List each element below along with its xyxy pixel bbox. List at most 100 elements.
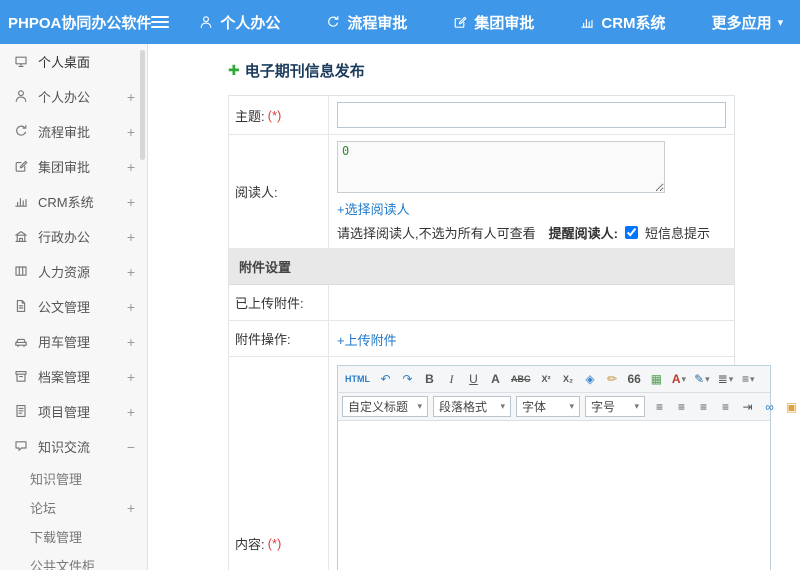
sidebar-item-project-mgmt[interactable]: 项目管理 + <box>0 394 147 429</box>
sidebar-subitem-download-mgmt[interactable]: 下载管理 <box>0 522 147 551</box>
building-icon <box>14 229 29 244</box>
font-size-select[interactable]: 字号 ▾ <box>585 396 645 417</box>
menu-icon[interactable] <box>151 13 170 31</box>
attachment-ops-label: 附件操作: <box>229 321 329 356</box>
uploaded-attachments-label: 已上传附件: <box>229 285 329 320</box>
insert-link-button[interactable]: ∞ <box>760 397 780 417</box>
sms-notify-checkbox[interactable] <box>624 226 638 239</box>
page-title: ✚ 电子期刊信息发布 <box>228 60 800 81</box>
readers-hint-line: 请选择阅读人,不选为所有人可查看 提醒阅读人: 短信息提示 <box>337 223 726 242</box>
subject-row: 主题: (*) <box>229 96 734 135</box>
sidebar-item-workflow-approval[interactable]: 流程审批 + <box>0 114 147 149</box>
doc-icon <box>14 299 29 314</box>
nav-more-apps[interactable]: 更多应用 ▾ <box>712 12 784 33</box>
sidebar-item-vehicle-mgmt[interactable]: 用车管理 + <box>0 324 147 359</box>
readers-textarea[interactable]: 0 <box>337 141 665 193</box>
subscript-button[interactable]: X₂ <box>559 369 579 389</box>
expand-toggle-icon[interactable]: + <box>125 124 135 140</box>
italic-button[interactable]: I <box>442 369 462 389</box>
nav-personal-office[interactable]: 个人办公 <box>199 12 286 33</box>
format-brush-button[interactable]: ✏ <box>603 369 623 389</box>
sidebar-item-crm-system[interactable]: CRM系统 + <box>0 184 147 219</box>
sidebar-item-group-approval[interactable]: 集团审批 + <box>0 149 147 184</box>
desktop-icon <box>14 54 29 69</box>
sidebar-item-knowledge-exchange[interactable]: 知识交流 − <box>0 429 147 464</box>
nav-group-approval[interactable]: 集团审批 <box>453 12 540 33</box>
sidebar-subitem-knowledge-mgmt[interactable]: 知识管理 <box>0 464 147 493</box>
chevron-down-icon: ▾ <box>417 401 422 411</box>
quote-button[interactable]: 66 <box>625 369 645 389</box>
chevron-down-icon: ▾ <box>777 16 784 29</box>
uploaded-attachments-value <box>329 285 734 320</box>
chevron-down-icon: ▾ <box>500 401 505 411</box>
unordered-list-button[interactable]: ≡ ▾ <box>738 369 758 389</box>
page-title-text: 电子期刊信息发布 <box>244 63 365 80</box>
upload-attachment-link[interactable]: +上传附件 <box>337 330 397 349</box>
expand-toggle-icon[interactable]: + <box>125 369 135 385</box>
flow-icon <box>326 15 341 30</box>
chevron-down-icon: ▾ <box>569 401 574 411</box>
superscript-button[interactable]: X² <box>537 369 557 389</box>
font-name-button[interactable]: A <box>486 369 506 389</box>
expand-toggle-icon[interactable]: + <box>125 500 135 516</box>
hr-icon <box>14 264 29 279</box>
source-code-button[interactable]: HTML <box>342 369 374 389</box>
undo-button[interactable]: ↶ <box>376 369 396 389</box>
ordered-list-button[interactable]: ≣ ▾ <box>715 369 737 389</box>
chat-icon <box>14 439 29 454</box>
expand-toggle-icon[interactable]: + <box>125 299 135 315</box>
font-color-button[interactable]: A ▾ <box>669 369 689 389</box>
underline-button[interactable]: U <box>464 369 484 389</box>
publish-form: 主题: (*) 阅读人: 0 +选择阅读人 请选择阅读人,不选为所有人可查看 提… <box>228 95 797 570</box>
nav-crm-system[interactable]: CRM系统 <box>580 12 671 33</box>
sidebar-subitem-forum[interactable]: 论坛 + <box>0 493 147 522</box>
rich-text-editor: HTML ↶ ↷ B I U A ABC X² X₂ ◈ ✏ 66 ▦ A ▾ … <box>337 365 797 570</box>
sidebar-subitem-public-file-cabinet[interactable]: 公共文件柜 <box>0 551 147 570</box>
expand-toggle-icon[interactable]: + <box>125 264 135 280</box>
highlight-pen-button[interactable]: ✎ ▾ <box>691 369 713 389</box>
custom-heading-select[interactable]: 自定义标题 ▾ <box>342 396 428 417</box>
sidebar-item-personal-office[interactable]: 个人办公 + <box>0 79 147 114</box>
chevron-down-icon: ▾ <box>634 401 639 411</box>
expand-toggle-icon[interactable]: + <box>125 194 135 210</box>
choose-readers-link[interactable]: +选择阅读人 <box>337 199 410 218</box>
remind-readers-label: 提醒阅读人: <box>548 226 618 241</box>
project-icon <box>14 404 29 419</box>
expand-toggle-icon[interactable]: + <box>125 229 135 245</box>
expand-toggle-icon[interactable]: + <box>125 159 135 175</box>
remove-format-button[interactable]: ◈ <box>581 369 601 389</box>
editor-content-area[interactable] <box>338 421 770 570</box>
sidebar-item-archive-mgmt[interactable]: 档案管理 + <box>0 359 147 394</box>
sidebar-item-admin-office[interactable]: 行政办公 + <box>0 219 147 254</box>
insert-image-button[interactable]: ▣ <box>782 397 800 417</box>
sidebar-scrollbar[interactable] <box>140 50 145 160</box>
chevron-down-icon: ▾ <box>749 373 755 384</box>
expand-toggle-icon[interactable]: + <box>125 404 135 420</box>
expand-toggle-icon[interactable]: + <box>125 334 135 350</box>
expand-toggle-icon[interactable]: − <box>125 439 135 455</box>
strikethrough-button[interactable]: ABC <box>508 369 535 389</box>
align-justify-button[interactable]: ≡ <box>716 397 736 417</box>
sidebar-item-personal-desktop[interactable]: 个人桌面 <box>0 44 147 79</box>
align-center-button[interactable]: ≡ <box>672 397 692 417</box>
align-right-button[interactable]: ≡ <box>694 397 714 417</box>
editor-toolbar-row2: 自定义标题 ▾ 段落格式 ▾ 字体 ▾ 字号 ▾ ≡ ≡ ≡ ≡ ⇥ ∞ ▣ <box>338 393 797 421</box>
indent-button[interactable]: ⇥ <box>738 397 758 417</box>
insert-table-button[interactable]: ▦ <box>647 369 667 389</box>
attachment-ops-row: 附件操作: +上传附件 <box>229 321 734 357</box>
align-left-button[interactable]: ≡ <box>650 397 670 417</box>
expand-toggle-icon[interactable]: + <box>125 89 135 105</box>
redo-button[interactable]: ↷ <box>398 369 418 389</box>
paragraph-format-select[interactable]: 段落格式 ▾ <box>433 396 511 417</box>
subject-input[interactable] <box>337 102 726 128</box>
sidebar-item-document-mgmt[interactable]: 公文管理 + <box>0 289 147 324</box>
chart-icon <box>14 194 29 209</box>
required-marker: (*) <box>267 536 282 551</box>
add-icon: ✚ <box>228 62 240 78</box>
sidebar-item-human-resources[interactable]: 人力资源 + <box>0 254 147 289</box>
nav-workflow-approval[interactable]: 流程审批 <box>326 12 413 33</box>
font-family-select[interactable]: 字体 ▾ <box>516 396 580 417</box>
bold-button[interactable]: B <box>420 369 440 389</box>
archive-icon <box>14 369 29 384</box>
editor-toolbar-row1: HTML ↶ ↷ B I U A ABC X² X₂ ◈ ✏ 66 ▦ A ▾ … <box>338 366 770 393</box>
